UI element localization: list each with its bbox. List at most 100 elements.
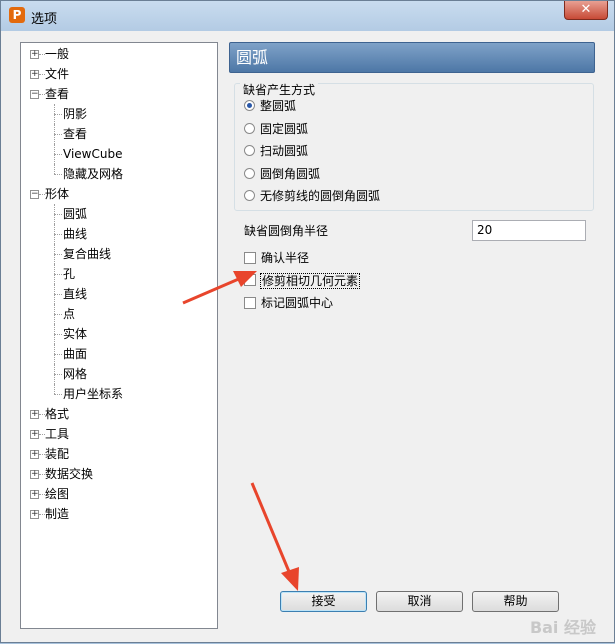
tree-connector xyxy=(54,254,62,255)
tree-connector xyxy=(54,224,55,244)
dialog-body: + 一般 + 文件 − 查看 阴影 查看 ViewCube 隐藏及网格 − 形体 圆弧 曲线 复合曲线孔直线… xyxy=(9,31,606,636)
radio-option[interactable]: 固定圆弧 xyxy=(244,121,308,137)
tree-connector xyxy=(54,164,55,174)
tree-connector xyxy=(54,174,62,175)
tree-connector xyxy=(54,364,55,384)
tree-expander-icon[interactable]: − xyxy=(30,90,39,99)
radio-button-icon[interactable] xyxy=(244,167,255,179)
tree-category[interactable]: 格式 xyxy=(45,405,69,423)
window-title: 选项 xyxy=(31,12,58,27)
radio-label: 整圆弧 xyxy=(260,99,297,113)
tree-expander-icon[interactable]: + xyxy=(30,410,39,419)
tree-expander-icon[interactable]: + xyxy=(30,50,39,59)
checkbox-icon[interactable] xyxy=(244,296,256,309)
accept-button[interactable]: 接受 xyxy=(280,591,367,612)
checkbox-icon[interactable] xyxy=(244,274,256,286)
options-tree[interactable]: + 一般 + 文件 − 查看 阴影 查看 ViewCube 隐藏及网格 − 形体 圆弧 曲线 复合曲线孔直线… xyxy=(20,42,218,629)
radio-label: 圆倒角圆弧 xyxy=(260,166,321,181)
tree-connector xyxy=(54,204,55,224)
tree-category[interactable]: 数据交换 xyxy=(45,465,93,483)
radio-button-icon[interactable] xyxy=(244,145,255,156)
watermark: Bai 经验 xyxy=(529,618,596,637)
tree-subitem[interactable]: 圆弧 xyxy=(63,205,87,223)
tree-category[interactable]: 形体 xyxy=(45,185,69,203)
tree-connector xyxy=(54,274,62,275)
tree-category[interactable]: 绘图 xyxy=(45,485,69,503)
tree-connector xyxy=(54,284,55,304)
radio-option[interactable]: 扫动圆弧 xyxy=(244,143,308,159)
tree-subitem[interactable]: 直线 xyxy=(63,285,87,303)
close-button[interactable]: ✕ xyxy=(564,1,608,20)
radio-label: 扫动圆弧 xyxy=(260,144,309,158)
tree-category[interactable]: 一般 xyxy=(45,45,69,63)
tree-category[interactable]: 工具 xyxy=(45,425,69,443)
cancel-button[interactable]: 取消 xyxy=(376,591,463,612)
tree-connector xyxy=(54,144,55,164)
tree-subitem[interactable]: ViewCube xyxy=(63,145,122,163)
help-button[interactable]: 帮助 xyxy=(472,591,559,612)
group-title: 缺省产生方式 xyxy=(240,81,319,98)
radio-button-icon[interactable] xyxy=(244,190,255,201)
radio-label: 无修剪线的圆倒角圆弧 xyxy=(260,189,381,203)
tree-category[interactable]: 文件 xyxy=(45,65,69,83)
radio-option[interactable]: 圆倒角圆弧 xyxy=(244,166,320,182)
title-bar[interactable]: P 选项 ✕ xyxy=(1,1,614,31)
tree-connector xyxy=(54,264,55,284)
checkbox-icon[interactable] xyxy=(244,251,256,264)
checkbox-label: 标记圆弧中心 xyxy=(261,296,334,310)
tree-connector xyxy=(54,124,55,144)
tree-connector xyxy=(54,304,55,324)
panel-title: 圆弧 xyxy=(229,42,595,73)
tree-connector xyxy=(54,374,62,375)
tree-expander-icon[interactable]: + xyxy=(30,470,39,479)
radio-button-icon[interactable] xyxy=(244,122,255,134)
tree-connector xyxy=(54,244,55,264)
tree-connector xyxy=(54,214,62,215)
tree-category[interactable]: 制造 xyxy=(45,505,69,523)
tree-expander-icon[interactable]: + xyxy=(30,430,39,439)
tree-subitem[interactable]: 曲线 xyxy=(63,225,87,243)
tree-connector xyxy=(54,154,62,155)
tree-subitem[interactable]: 点 xyxy=(63,305,75,323)
tree-expander-icon[interactable]: + xyxy=(30,450,39,459)
radio-option[interactable]: 无修剪线的圆倒角圆弧 xyxy=(244,188,380,204)
options-dialog: P 选项 ✕ + 一般 + 文件 − 查看 阴影 查看 ViewCube 隐藏及网格 − 形体 圆弧 曲线… xyxy=(0,0,615,643)
checkbox-option[interactable]: 确认半径 xyxy=(244,250,309,266)
tree-subitem[interactable]: 网格 xyxy=(63,365,87,383)
tree-connector xyxy=(54,114,62,115)
tree-subitem[interactable]: 曲面 xyxy=(63,345,87,363)
tree-expander-icon[interactable]: + xyxy=(30,70,39,79)
checkbox-option[interactable]: 标记圆弧中心 xyxy=(244,295,333,311)
radius-input[interactable]: 20 xyxy=(472,220,586,241)
tree-connector xyxy=(54,334,62,335)
tree-connector xyxy=(54,234,62,235)
radio-option[interactable]: 整圆弧 xyxy=(244,98,296,114)
tree-subitem[interactable]: 用户坐标系 xyxy=(63,385,123,403)
tree-connector xyxy=(54,134,62,135)
radio-label: 固定圆弧 xyxy=(260,121,309,136)
tree-expander-icon[interactable]: − xyxy=(30,190,39,199)
tree-connector xyxy=(54,394,62,395)
tree-connector xyxy=(54,314,62,315)
tree-category[interactable]: 装配 xyxy=(45,445,69,463)
app-icon: P xyxy=(9,7,25,23)
tree-category[interactable]: 查看 xyxy=(45,85,69,103)
tree-subitem[interactable]: 实体 xyxy=(63,325,87,343)
checkbox-label: 修剪相切几何元素 xyxy=(259,272,361,289)
tree-connector xyxy=(54,354,62,355)
checkbox-option[interactable]: 修剪相切几何元素 xyxy=(244,272,361,289)
tree-connector xyxy=(54,324,55,344)
radio-button-icon[interactable] xyxy=(244,100,255,111)
tree-subitem[interactable]: 阴影 xyxy=(63,105,87,123)
tree-subitem[interactable]: 复合曲线 xyxy=(63,245,111,263)
tree-expander-icon[interactable]: + xyxy=(30,510,39,519)
radius-label: 缺省圆倒角半径 xyxy=(244,224,329,238)
tree-subitem[interactable]: 查看 xyxy=(63,125,87,143)
tree-connector xyxy=(54,344,55,364)
tree-connector xyxy=(54,294,62,295)
checkbox-label: 确认半径 xyxy=(261,251,310,265)
tree-subitem[interactable]: 隐藏及网格 xyxy=(63,165,123,183)
tree-expander-icon[interactable]: + xyxy=(30,490,39,499)
tree-subitem[interactable]: 孔 xyxy=(63,265,75,283)
tree-connector xyxy=(54,104,55,124)
